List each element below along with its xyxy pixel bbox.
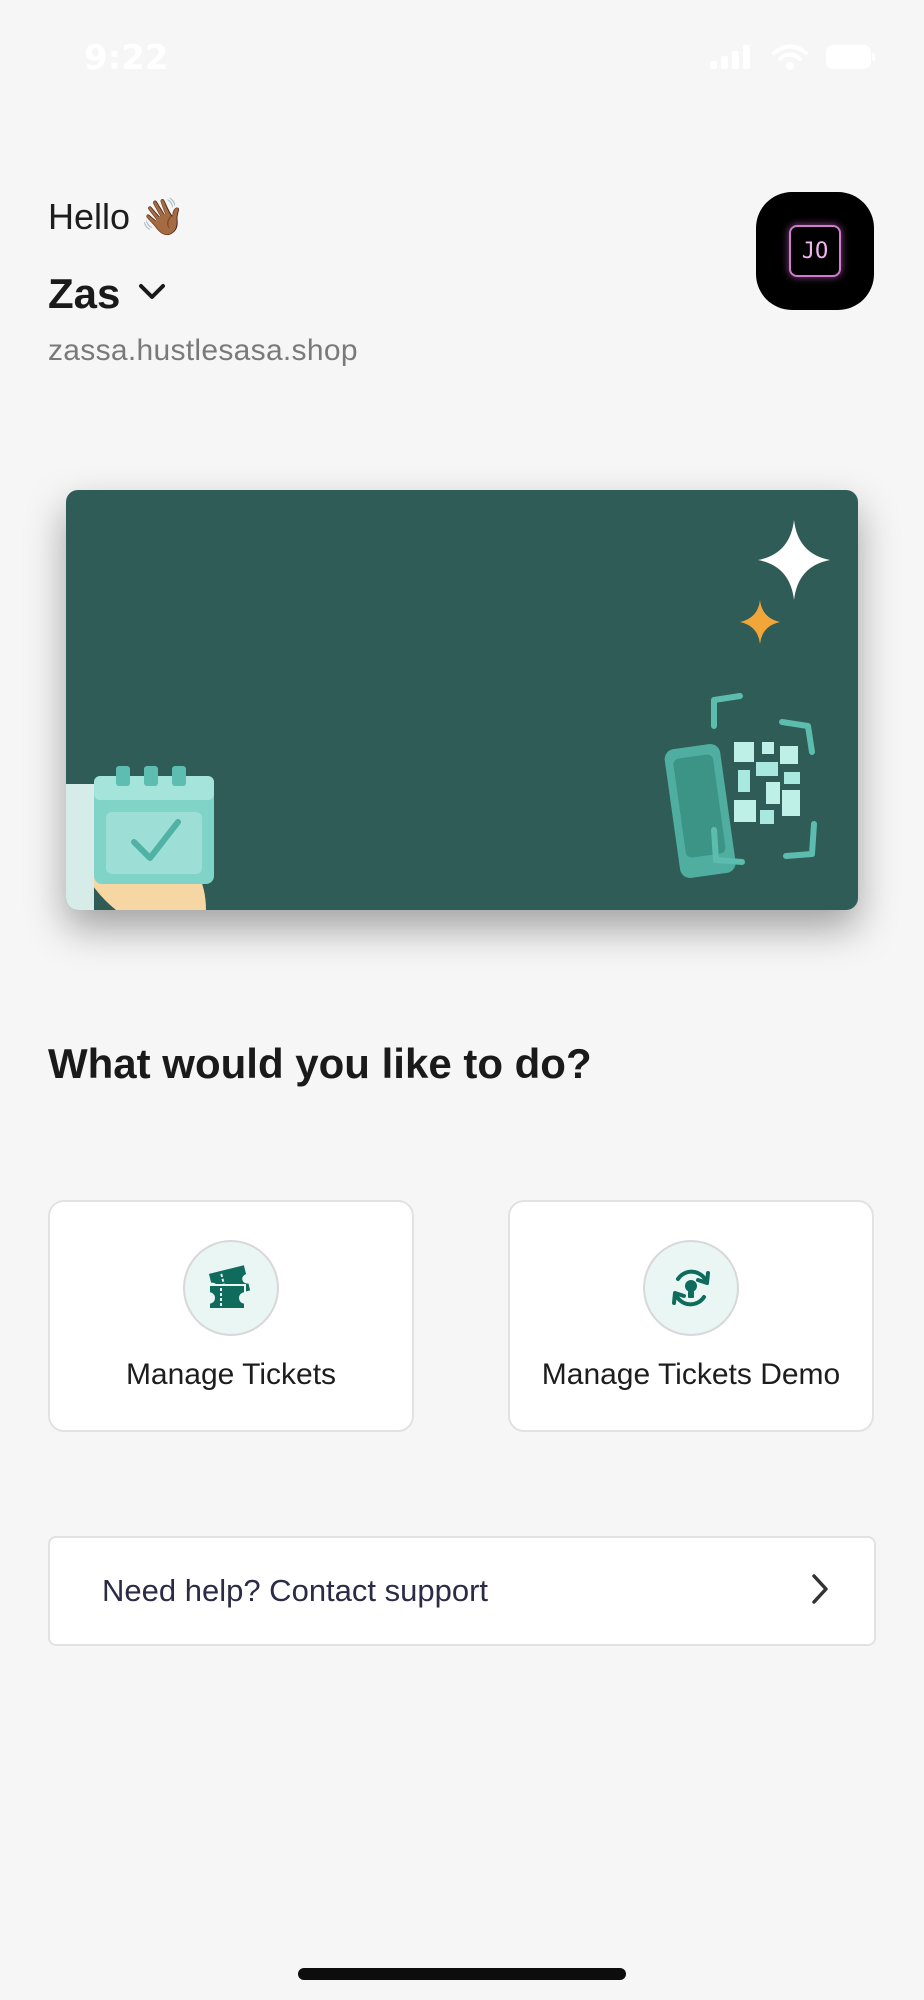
manage-tickets-label: Manage Tickets [125, 1358, 337, 1391]
contact-support-label: Need help? Contact support [102, 1573, 489, 1608]
manage-tickets-button[interactable]: Manage Tickets [48, 1200, 414, 1432]
avatar-initials: JO [789, 225, 841, 277]
store-switcher[interactable]: Zas [48, 270, 166, 318]
refresh-bulb-icon [643, 1240, 739, 1336]
waving-hand-icon: 👋🏾 [140, 196, 185, 237]
promo-banner[interactable] [66, 490, 858, 910]
phone-qr-code-icon [664, 693, 817, 878]
manage-tickets-demo-button[interactable]: Manage Tickets Demo [508, 1200, 874, 1432]
contact-support-button[interactable]: Need help? Contact support [48, 1536, 876, 1646]
section-title: What would you like to do? [48, 1040, 592, 1087]
status-time: 9:22 [84, 38, 169, 78]
greeting-text: Hello [48, 196, 131, 237]
tickets-icon [183, 1240, 279, 1336]
wifi-icon [772, 44, 808, 75]
sparkle-icon [740, 520, 830, 644]
signal-icon [710, 45, 754, 74]
home-indicator[interactable] [298, 1968, 626, 1980]
chevron-down-icon [138, 283, 166, 306]
avatar[interactable]: JO [756, 192, 874, 310]
calendar-check-icon [66, 766, 214, 910]
battery-icon [826, 45, 876, 74]
manage-tickets-demo-label: Manage Tickets Demo [541, 1358, 841, 1391]
status-bar: 9:22 [0, 0, 924, 110]
store-url: zassa.hustlesasa.shop [48, 334, 358, 367]
status-icons [710, 44, 876, 75]
greeting: Hello 👋🏾 [48, 196, 185, 238]
chevron-right-icon [810, 1573, 830, 1610]
store-name: Zas [48, 270, 121, 317]
